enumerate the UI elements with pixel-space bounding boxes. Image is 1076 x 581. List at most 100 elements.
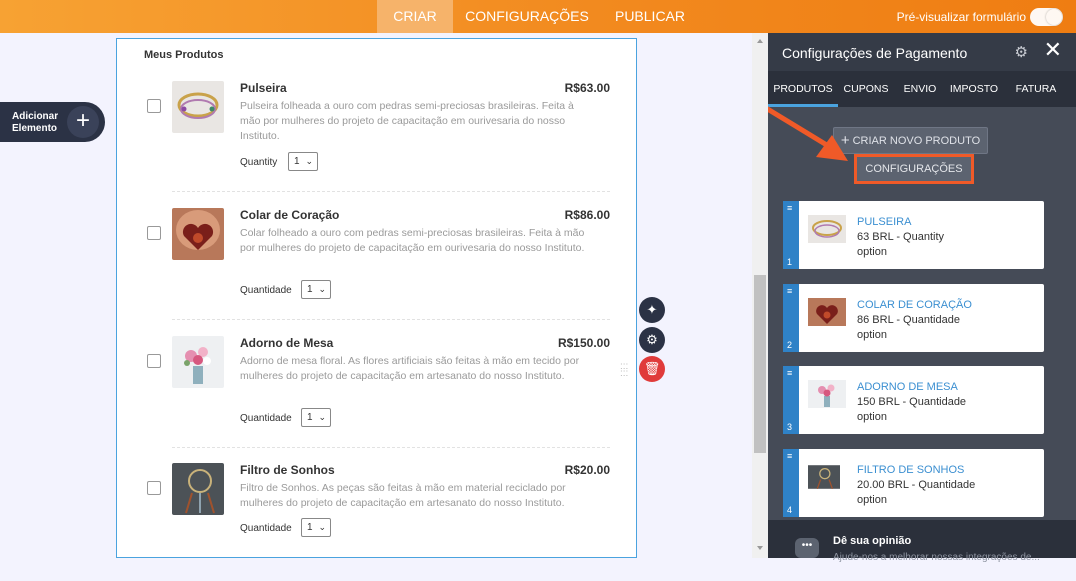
quantity-value: 1 [307,284,313,295]
card-index: 2 [787,340,793,350]
chat-bubble-icon: ••• [795,538,819,558]
product-divider [172,447,610,448]
hamburger-icon: ≡ [787,451,793,461]
quantity-select[interactable]: 1 ⌄ [301,280,331,299]
card-drag-bar[interactable]: ≡ 4 [783,449,799,517]
product-item: Adorno de Mesa R$150.00 Adorno de mesa f… [145,336,610,454]
gear-icon[interactable]: ⚙ [639,327,665,353]
card-price-line: 86 BRL - Quantidade [857,314,960,326]
quantity-select[interactable]: 1 ⌄ [288,152,318,171]
preview-label: Pré-visualizar formulário [896,10,1026,24]
card-option-line: option [857,494,887,506]
quantity-label: Quantidade [240,523,292,534]
card-product-name: ADORNO DE MESA [857,381,958,393]
heart-necklace-image [172,208,224,260]
card-product-name: FILTRO DE SONHOS [857,464,965,476]
card-price-line: 20.00 BRL - Quantidade [857,479,976,491]
product-checkbox[interactable] [147,226,161,240]
product-price: R$86.00 [564,208,610,222]
top-toolbar: CRIAR CONFIGURAÇÕES PUBLICAR Pré-visuali… [0,0,1076,33]
product-price: R$150.00 [557,336,610,350]
quantity-label: Quantity [240,157,278,168]
scrollbar-thumb[interactable] [754,275,766,453]
feedback-bar[interactable]: ••• Dê sua opinião Ajude-nos a melhorar … [768,520,1076,563]
add-element-label: Adicionar Elemento [12,111,58,135]
card-drag-bar[interactable]: ≡ 2 [783,284,799,352]
products-form-field[interactable]: Meus Produtos Pulseira R$63.00 Pulseira … [116,38,637,558]
scroll-up-arrow[interactable] [757,39,763,43]
trash-icon[interactable]: 🗑 [639,356,665,382]
quantity-value: 1 [307,412,313,423]
feedback-title: Dê sua opinião [833,535,912,547]
card-option-line: option [857,329,887,341]
product-description: Colar folheado a ouro com pedras semi-pr… [240,227,585,254]
product-item: Pulseira R$63.00 Pulseira folheada a our… [145,81,610,199]
hamburger-icon: ≡ [787,286,793,296]
quantity-select[interactable]: 1 ⌄ [301,518,331,537]
add-element-button[interactable]: Adicionar Elemento + [0,102,105,142]
product-name: Adorno de Mesa [240,336,334,350]
product-name: Filtro de Sonhos [240,463,335,477]
product-description: Filtro de Sonhos. As peças são feitas à … [240,482,566,509]
plus-icon: + [67,106,99,138]
form-workspace: Adicionar Elemento + Meus Produtos Pulse… [0,33,768,558]
form-title: Meus Produtos [144,49,224,61]
card-index: 1 [787,257,793,267]
scroll-down-arrow[interactable] [757,546,763,550]
quantity-select[interactable]: 1 ⌄ [301,408,331,427]
product-name: Pulseira [240,81,287,95]
tab-configuracoes[interactable]: CONFIGURAÇÕES [462,0,592,33]
product-checkbox[interactable] [147,354,161,368]
product-item: Colar de Coração R$86.00 Colar folheado … [145,208,610,326]
product-checkbox[interactable] [147,99,161,113]
bracelet-image [172,81,224,133]
add-element-label-line2: Elemento [12,123,58,134]
drag-handle[interactable]: :::::: [620,362,628,385]
table-decor-image [172,336,224,388]
payment-settings-panel: Configurações de Pagamento ⚙ ✕ PRODUTOS … [768,33,1076,563]
chevron-down-icon: ⌄ [305,156,313,166]
card-price-line: 150 BRL - Quantidade [857,396,967,408]
chevron-down-icon: ⌄ [318,412,326,422]
product-divider [172,319,610,320]
tab-criar[interactable]: CRIAR [377,0,453,33]
card-option-line: option [857,246,887,258]
quantity-value: 1 [307,522,313,533]
add-element-label-line1: Adicionar [12,111,59,122]
card-product-name: PULSEIRA [857,216,912,228]
product-name: Colar de Coração [240,208,340,222]
product-item: Filtro de Sonhos R$20.00 Filtro de Sonho… [145,463,610,581]
chevron-down-icon: ⌄ [318,284,326,294]
quantity-value: 1 [294,156,300,167]
dreamcatcher-thumb [808,465,840,490]
card-drag-bar[interactable]: ≡ 1 [783,201,799,269]
annotation-arrow [768,106,848,161]
magic-wand-icon[interactable]: ✦ [639,297,665,323]
tab-publicar[interactable]: PUBLICAR [606,0,694,33]
quantity-label: Quantidade [240,285,292,296]
product-card[interactable]: ≡ 4 FILTRO DE SONHOS 20.00 BRL - Quantida… [783,449,1044,517]
heart-necklace-thumb [808,298,846,326]
preview-toggle[interactable] [1030,8,1063,26]
chevron-down-icon: ⌄ [318,522,326,532]
card-drag-bar[interactable]: ≡ 3 [783,366,799,434]
card-index: 3 [787,422,793,432]
product-divider [172,191,610,192]
product-description: Adorno de mesa floral. As flores artific… [240,355,580,382]
card-price-line: 63 BRL - Quantity [857,231,945,243]
table-decor-thumb [808,380,846,408]
card-index: 4 [787,505,793,515]
card-product-name: COLAR DE CORAÇÃO [857,299,972,311]
toggle-knob [1046,9,1062,25]
product-checkbox[interactable] [147,481,161,495]
quantity-label: Quantidade [240,413,292,424]
bracelet-thumb [808,215,846,243]
card-option-line: option [857,411,887,423]
product-description: Pulseira folheada a ouro com pedras semi… [240,100,574,142]
product-price: R$63.00 [564,81,610,95]
hamburger-icon: ≡ [787,203,793,213]
product-card[interactable]: ≡ 3 ADORNO DE MESA 150 BRL - Quantidade o… [783,366,1044,434]
product-card[interactable]: ≡ 1 PULSEIRA 63 BRL - Quantity option [783,201,1044,269]
product-card[interactable]: ≡ 2 COLAR DE CORAÇÃO 86 BRL - Quantidade … [783,284,1044,352]
hamburger-icon: ≡ [787,368,793,378]
